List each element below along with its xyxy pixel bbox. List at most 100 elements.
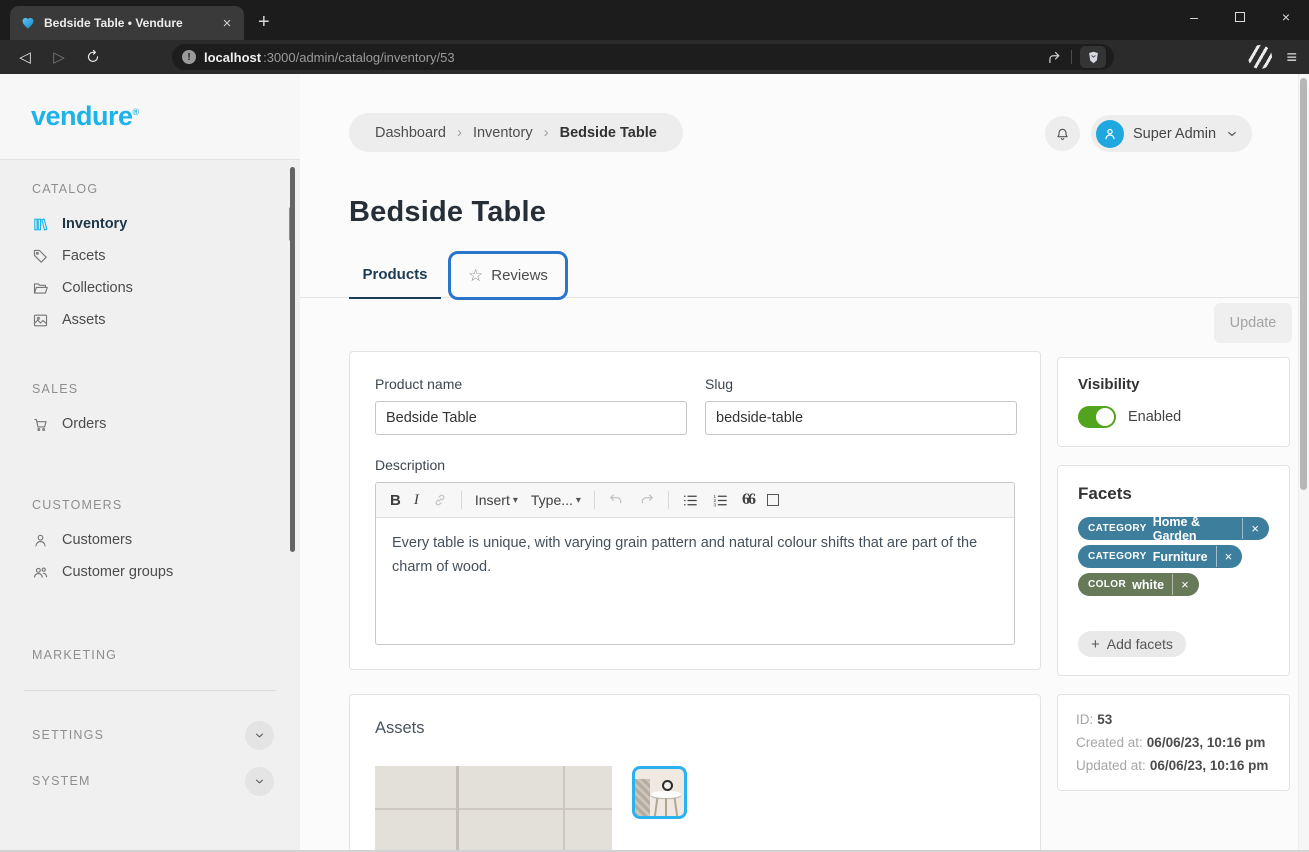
remove-facet-icon[interactable]: × <box>1172 574 1196 595</box>
facets-title: Facets <box>1078 484 1269 504</box>
enabled-toggle[interactable] <box>1078 406 1116 428</box>
sidebar-item-inventory[interactable]: Inventory <box>0 208 300 240</box>
created-label: Created at: <box>1076 735 1143 750</box>
description-editor-content[interactable]: Every table is unique, with varying grai… <box>376 518 1014 644</box>
sidebar-group-system[interactable]: SYSTEM <box>0 763 274 799</box>
facet-chip-list: CATEGORY Home & Garden × CATEGORY Furnit… <box>1078 517 1269 601</box>
id-value: 53 <box>1097 712 1112 727</box>
slug-field-group: Slug <box>705 376 1017 435</box>
user-icon <box>32 532 49 549</box>
add-facets-button[interactable]: + Add facets <box>1078 631 1186 657</box>
close-window-icon[interactable]: × <box>1263 0 1309 34</box>
visibility-title: Visibility <box>1078 376 1269 393</box>
back-icon[interactable]: ◁ <box>12 44 38 70</box>
description-label: Description <box>375 457 1015 473</box>
sidebar-item-label: Facets <box>62 248 106 264</box>
product-detail-card: Product name Slug Description B I <box>349 351 1041 670</box>
forward-icon[interactable]: ▷ <box>46 44 72 70</box>
share-icon[interactable] <box>1046 49 1063 66</box>
ordered-list-icon[interactable]: 123 <box>712 492 729 509</box>
browser-profile-avatar[interactable] <box>1248 45 1272 69</box>
link-icon[interactable] <box>432 492 448 508</box>
vendure-logo[interactable]: vendure® <box>31 101 139 132</box>
type-menu-button[interactable]: Type...▾ <box>531 492 581 508</box>
sidebar-item-orders[interactable]: Orders <box>0 408 300 440</box>
asset-thumbnail-selected[interactable] <box>632 766 687 819</box>
italic-icon[interactable]: I <box>414 492 419 509</box>
meta-id-line: ID: 53 <box>1076 708 1271 731</box>
browser-tab[interactable]: Bedside Table • Vendure × <box>10 6 244 40</box>
sidebar-item-customers[interactable]: Customers <box>0 524 300 556</box>
sidebar-nav: CATALOG Inventory Facets Collections <box>0 160 300 799</box>
assets-card-title: Assets <box>375 719 1015 738</box>
product-name-input[interactable] <box>375 401 687 435</box>
id-label: ID: <box>1076 712 1093 727</box>
new-tab-icon[interactable]: + <box>258 11 270 34</box>
svg-text:3: 3 <box>713 502 716 508</box>
rich-text-editor: B I Insert▾ Type...▾ <box>375 482 1015 645</box>
avatar <box>1096 120 1124 148</box>
breadcrumb-dashboard[interactable]: Dashboard <box>375 125 446 141</box>
insert-menu-button[interactable]: Insert▾ <box>475 492 518 508</box>
visibility-card: Visibility Enabled <box>1057 357 1290 447</box>
maximize-box <box>1235 12 1245 22</box>
breadcrumb-inventory[interactable]: Inventory <box>473 125 533 141</box>
logo-word: vendure <box>31 101 133 131</box>
url-bar[interactable]: ! localhost :3000/admin/catalog/inventor… <box>172 44 1114 70</box>
facet-chip: COLOR white × <box>1078 573 1199 596</box>
redo-icon[interactable] <box>638 492 655 509</box>
remove-facet-icon[interactable]: × <box>1242 518 1266 539</box>
window-controls: – × <box>1171 0 1309 34</box>
reload-icon[interactable] <box>80 44 106 70</box>
blockquote-icon[interactable]: 66 <box>742 491 754 509</box>
brave-shield-icon[interactable] <box>1080 46 1106 68</box>
browser-menu-icon[interactable]: ≡ <box>1286 47 1297 68</box>
page-scrollbar-thumb[interactable] <box>1300 78 1307 490</box>
tab-close-icon[interactable]: × <box>218 15 236 32</box>
chevron-down-icon[interactable] <box>245 767 274 796</box>
toolbar-divider <box>594 491 595 509</box>
wood-seam <box>456 766 459 852</box>
name-slug-row: Product name Slug <box>375 376 1015 435</box>
tab-reviews[interactable]: ☆ Reviews <box>448 251 568 300</box>
chevron-right-icon: › <box>544 124 549 141</box>
sidebar-item-customer-groups[interactable]: Customer groups <box>0 556 300 588</box>
update-button[interactable]: Update <box>1214 303 1292 343</box>
app-window: vendure® CATALOG Inventory Facets C <box>0 74 1309 852</box>
entity-meta-card: ID:53 Created at:06/06/23, 10:16 pm Upda… <box>1057 694 1290 791</box>
notifications-button[interactable] <box>1045 116 1080 151</box>
tab-products[interactable]: Products <box>349 251 441 298</box>
bold-icon[interactable]: B <box>390 492 401 509</box>
tab-strip: Products ☆ Reviews <box>349 251 568 298</box>
chevron-down-icon[interactable] <box>245 721 274 750</box>
slug-input[interactable] <box>705 401 1017 435</box>
wood-seam <box>563 766 565 852</box>
sidebar-item-collections[interactable]: Collections <box>0 272 300 304</box>
sidebar-divider <box>24 690 276 691</box>
user-menu[interactable]: Super Admin <box>1091 115 1252 152</box>
type-label: Type... <box>531 492 573 508</box>
undo-icon[interactable] <box>608 492 625 509</box>
sidebar-scrollbar[interactable] <box>290 167 295 552</box>
site-info-icon[interactable]: ! <box>182 50 196 64</box>
remove-facet-icon[interactable]: × <box>1216 546 1240 567</box>
chevron-right-icon: › <box>457 124 462 141</box>
meta-updated-line: Updated at:06/06/23, 10:16 pm <box>1076 754 1271 777</box>
section-title-catalog: CATALOG <box>32 182 300 196</box>
featured-asset-preview[interactable] <box>375 766 612 852</box>
sidebar-item-facets[interactable]: Facets <box>0 240 300 272</box>
sidebar-item-label: Customer groups <box>62 564 173 580</box>
facet-value-label: Home & Garden <box>1153 515 1235 543</box>
toggle-knob <box>1096 408 1114 426</box>
html-block-icon[interactable] <box>767 494 779 506</box>
page-scrollbar-track[interactable] <box>1298 74 1309 852</box>
product-name-label: Product name <box>375 376 687 392</box>
sidebar: vendure® CATALOG Inventory Facets C <box>0 74 300 852</box>
maximize-icon[interactable] <box>1217 0 1263 34</box>
right-column: Visibility Enabled Facets CATEGORY Home … <box>1057 357 1290 809</box>
url-path: :3000/admin/catalog/inventory/53 <box>263 50 455 65</box>
sidebar-group-settings[interactable]: SETTINGS <box>0 717 274 753</box>
bullet-list-icon[interactable] <box>682 492 699 509</box>
sidebar-item-assets[interactable]: Assets <box>0 304 300 336</box>
minimize-icon[interactable]: – <box>1171 0 1217 34</box>
